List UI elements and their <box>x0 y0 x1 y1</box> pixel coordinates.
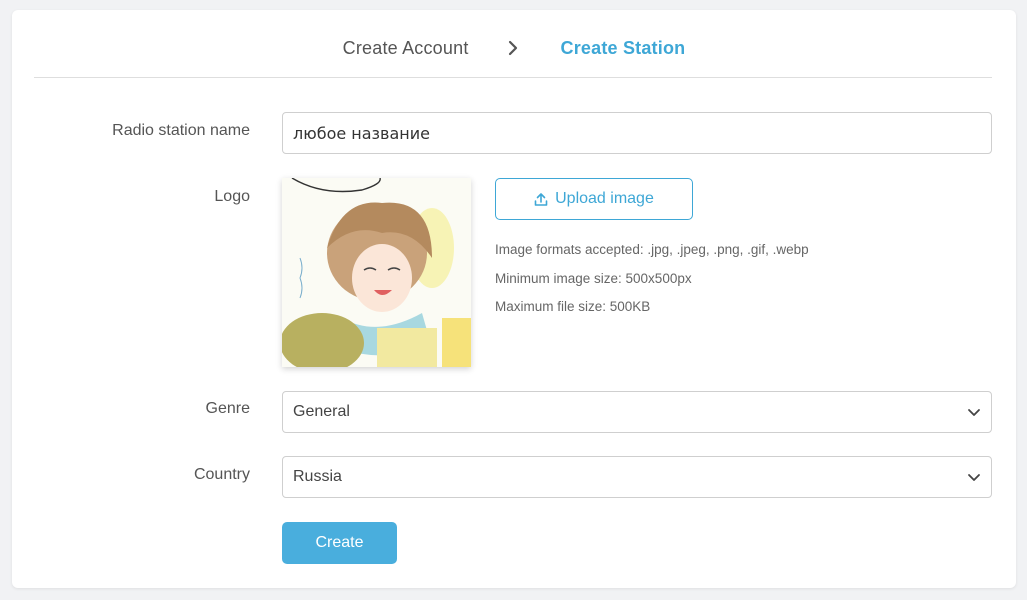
genre-label: Genre <box>205 400 250 417</box>
header-divider <box>34 77 992 78</box>
station-name-field[interactable] <box>282 112 992 154</box>
station-name-input[interactable] <box>293 123 981 143</box>
upload-image-button[interactable]: Upload image <box>495 178 693 220</box>
chevron-right-icon <box>507 40 521 56</box>
country-label: Country <box>193 466 250 483</box>
hint-min-size: Minimum image size: 500x500px <box>495 271 692 286</box>
chevron-down-icon <box>967 472 981 482</box>
step-create-account[interactable]: Create Account <box>343 38 469 59</box>
step-create-station[interactable]: Create Station <box>561 38 686 59</box>
hint-formats: Image formats accepted: .jpg, .jpeg, .pn… <box>495 242 809 257</box>
progress-steps: Create Account Create Station <box>12 32 1016 64</box>
genre-selected-value: General <box>293 403 350 420</box>
create-station-card: Create Account Create Station Radio stat… <box>12 10 1016 588</box>
country-select[interactable]: Russia <box>282 456 992 498</box>
hint-max-file-size: Maximum file size: 500KB <box>495 299 651 314</box>
logo-label: Logo <box>214 188 250 205</box>
upload-image-label: Upload image <box>555 190 654 207</box>
country-selected-value: Russia <box>293 468 342 485</box>
logo-preview-image <box>282 178 471 367</box>
upload-icon <box>534 192 548 207</box>
chevron-down-icon <box>967 407 981 417</box>
station-name-label: Radio station name <box>112 122 250 139</box>
genre-select[interactable]: General <box>282 391 992 433</box>
create-button[interactable]: Create <box>282 522 397 564</box>
